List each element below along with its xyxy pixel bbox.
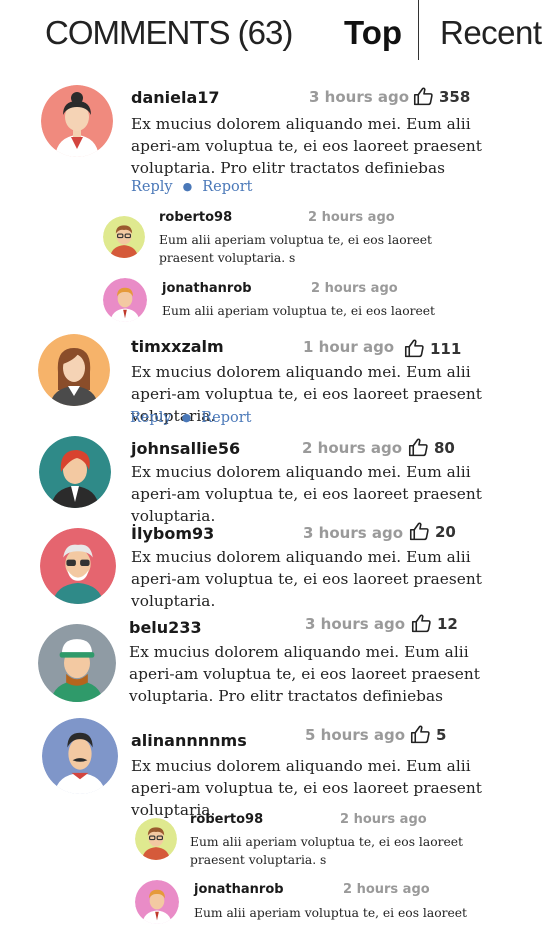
like-count-value: 358: [439, 87, 471, 106]
tab-divider: [418, 0, 419, 60]
thumbs-up-icon[interactable]: [404, 338, 425, 359]
like-count-value: 12: [437, 614, 458, 633]
comment-time: 2 hours ago: [340, 812, 427, 827]
like-count-value: 5: [436, 725, 447, 744]
comment-text: Ex mucius dolorem aliquando mei. Eum ali…: [131, 548, 482, 610]
separator-dot: ●: [181, 411, 192, 424]
avatar-red-hair-icon: [39, 436, 111, 508]
avatar[interactable]: [38, 334, 110, 406]
avatar[interactable]: [39, 436, 111, 508]
avatar[interactable]: [135, 880, 179, 924]
avatar[interactable]: [103, 216, 145, 258]
comment-username[interactable]: İlybom93: [131, 524, 214, 543]
comment-time: 2 hours ago: [343, 882, 430, 897]
comment-username[interactable]: jonathanrob: [162, 281, 252, 296]
avatar[interactable]: [135, 818, 177, 860]
thumbs-up-icon[interactable]: [411, 613, 432, 634]
comment-text: Eum alii aperiam voluptua te, ei eos lao…: [190, 835, 463, 867]
like-count[interactable]: 20: [409, 521, 456, 542]
comment-actions: Reply ● Report: [130, 410, 252, 426]
thumbs-up-icon[interactable]: [409, 521, 430, 542]
comment-username[interactable]: jonathanrob: [194, 882, 284, 897]
comments-header: COMMENTS (63) Top Recent: [0, 0, 552, 62]
comment-username[interactable]: daniela17: [131, 88, 220, 107]
comment-username[interactable]: johnsallie56: [131, 439, 240, 458]
comment-time: 2 hours ago: [308, 210, 395, 225]
comment-time: 3 hours ago: [305, 615, 406, 633]
reply-link[interactable]: Reply: [130, 410, 172, 426]
avatar-man-suit-icon: [135, 880, 179, 924]
like-count[interactable]: 12: [411, 613, 458, 634]
separator-dot: ●: [182, 180, 193, 193]
comment-text: Ex mucius dolorem aliquando mei. Eum ali…: [131, 115, 482, 177]
avatar[interactable]: [42, 718, 118, 794]
like-count[interactable]: 358: [413, 86, 470, 107]
comment-username[interactable]: roberto98: [190, 812, 263, 827]
comment-username[interactable]: belu233: [129, 618, 202, 637]
like-count-value: 80: [434, 438, 455, 457]
avatar-woman-bun-icon: [41, 85, 113, 157]
comment-time: 2 hours ago: [311, 281, 398, 296]
like-count[interactable]: 80: [408, 437, 455, 458]
avatar[interactable]: [103, 278, 147, 322]
avatar-old-man-icon: [40, 528, 116, 604]
thumbs-up-icon[interactable]: [408, 437, 429, 458]
avatar-cap-icon: [38, 624, 116, 702]
like-count[interactable]: 111: [404, 338, 461, 359]
avatar-woman-long-hair-icon: [38, 334, 110, 406]
report-link[interactable]: Report: [202, 179, 252, 195]
comment-text: Eum alii aperiam voluptua te, ei eos lao…: [159, 233, 432, 265]
avatar-man-suit-icon: [103, 278, 147, 322]
comment-actions: Reply ● Report: [131, 179, 253, 195]
comment-time: 3 hours ago: [303, 524, 404, 542]
avatar-man-glasses-icon: [103, 216, 145, 258]
thumbs-up-icon[interactable]: [413, 86, 434, 107]
thumbs-up-icon[interactable]: [410, 724, 431, 745]
tab-recent[interactable]: Recent: [440, 14, 542, 52]
like-count-value: 20: [435, 522, 456, 541]
comment-time: 3 hours ago: [309, 88, 410, 106]
comment-username[interactable]: roberto98: [159, 210, 232, 225]
comments-title: COMMENTS (63): [45, 14, 293, 51]
reply-link[interactable]: Reply: [131, 179, 173, 195]
comment-time: 5 hours ago: [305, 726, 406, 744]
like-count[interactable]: 5: [410, 724, 446, 745]
avatar[interactable]: [40, 528, 116, 604]
comment-text: Ex mucius dolorem aliquando mei. Eum ali…: [129, 643, 480, 705]
comment-time: 2 hours ago: [302, 439, 403, 457]
like-count-value: 111: [430, 339, 462, 358]
report-link[interactable]: Report: [201, 410, 251, 426]
comment-text: Ex mucius dolorem aliquando mei. Eum ali…: [131, 463, 482, 525]
avatar-man-glasses-icon: [135, 818, 177, 860]
comment-text: Eum alii aperiam voluptua te, ei eos lao…: [162, 304, 435, 318]
avatar[interactable]: [38, 624, 116, 702]
avatar[interactable]: [41, 85, 113, 157]
comment-username[interactable]: alinannnnms: [131, 731, 247, 750]
tab-top[interactable]: Top: [344, 14, 402, 52]
avatar-mustache-icon: [42, 718, 118, 794]
comment-text: Eum alii aperiam voluptua te, ei eos lao…: [194, 906, 467, 920]
comment-time: 1 hour ago: [303, 338, 395, 356]
comment-username[interactable]: timxxzalm: [131, 337, 224, 356]
